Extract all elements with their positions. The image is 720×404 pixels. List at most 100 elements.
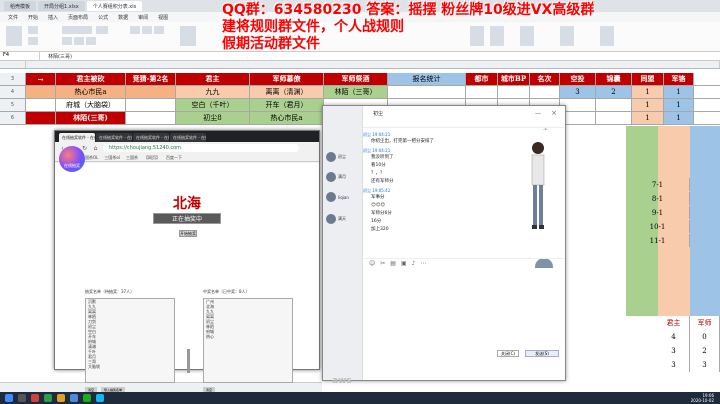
merge-icon[interactable] [180, 26, 196, 46]
menu-view[interactable]: 视图 [158, 14, 168, 21]
cell[interactable]: 开车（君月） [250, 99, 324, 111]
cell[interactable] [388, 86, 466, 98]
cell[interactable]: 军师祭酒 [324, 73, 388, 85]
browser-tab[interactable]: 在线抽奖软件 - 在线抽 [59, 133, 95, 142]
align-center-icon[interactable] [142, 26, 152, 34]
row-number[interactable]: 5 [0, 99, 26, 111]
home-icon[interactable]: ⌂ [92, 145, 99, 152]
cell[interactable]: 九九 [176, 86, 250, 98]
start-icon[interactable] [5, 394, 13, 402]
contact-item[interactable]: liqian [326, 190, 360, 204]
row-number[interactable]: 4 [0, 86, 26, 98]
emoji-icon[interactable]: ☺ [369, 260, 375, 267]
cell[interactable]: 锦囊 [596, 73, 632, 85]
bookmark[interactable]: 百度一下 [166, 155, 182, 161]
cell[interactable] [26, 99, 56, 111]
wechat-icon[interactable] [83, 394, 91, 402]
cell[interactable]: 都市 [466, 73, 498, 85]
scrollbar[interactable] [187, 349, 190, 373]
cell[interactable] [26, 86, 56, 98]
cell[interactable]: 1 [664, 112, 694, 124]
cell[interactable]: 军师 [690, 316, 720, 330]
bookmark[interactable]: 【网页】 [144, 155, 160, 161]
cell[interactable]: 城市BP [498, 73, 530, 85]
font-family-select[interactable] [62, 26, 92, 34]
folder-icon[interactable] [57, 394, 65, 402]
start-draw-button[interactable]: 开始抽奖 [179, 230, 197, 237]
cell[interactable] [498, 86, 530, 98]
cell[interactable]: 3 [658, 344, 690, 358]
sheet-tabs-bar[interactable] [0, 382, 322, 392]
cell[interactable]: 3 [690, 358, 720, 372]
cell[interactable]: 林陌(三哥) [56, 112, 126, 124]
cell[interactable]: 报名统计 [388, 73, 466, 85]
row-number[interactable]: 6 [0, 112, 26, 124]
align-right-icon[interactable] [154, 26, 164, 34]
cell[interactable]: 军铬 [664, 73, 694, 85]
menu-insert[interactable]: 插入 [48, 14, 58, 21]
message-input[interactable]: 关闭(C) 发送(S) [363, 268, 565, 363]
cell[interactable]: 1 [632, 112, 664, 124]
cell[interactable] [530, 86, 560, 98]
round-cell[interactable]: 10-1 [626, 220, 690, 233]
cell[interactable] [596, 99, 632, 111]
winner-listbox[interactable]: 广州 北海 九九 离离 初尘 林陌 府城 热心 [203, 298, 293, 383]
cell[interactable]: 林陌（三哥） [324, 86, 388, 98]
cell[interactable]: 1 [632, 86, 664, 98]
cell[interactable]: 4 [658, 330, 690, 344]
excel-tab[interactable]: 稻壳模板 [4, 1, 37, 11]
cell[interactable] [26, 112, 56, 124]
cell[interactable]: 府城（大脑袋） [56, 99, 126, 111]
cell[interactable] [126, 86, 176, 98]
close-icon[interactable]: × [551, 109, 557, 117]
system-clock[interactable]: 19:06 2020-10-02 [691, 393, 714, 403]
scissors-icon[interactable]: ✂ [380, 260, 385, 267]
cell[interactable]: 1 [664, 86, 694, 98]
cell[interactable]: 2 [690, 344, 720, 358]
address-bar[interactable]: https://choujiang.51240.com [103, 144, 299, 152]
bookmark[interactable]: 三国杀ol [104, 155, 120, 161]
cell[interactable]: 君主被砍 [56, 73, 126, 85]
cell[interactable]: 0 [690, 330, 720, 344]
cell[interactable] [126, 99, 176, 111]
round-cell[interactable]: 7-1 [626, 178, 690, 191]
excel-tab-active[interactable]: 个人赛组积分表.xls [86, 1, 143, 11]
cell[interactable]: 3 [658, 358, 690, 372]
cell[interactable]: 初尘8 [176, 112, 250, 124]
menu-formula[interactable]: 公式 [98, 14, 108, 21]
round-cell[interactable]: 8-1 [626, 192, 690, 205]
font-size-select[interactable] [96, 26, 108, 34]
underline-icon[interactable] [86, 37, 96, 45]
cell[interactable]: 空白（千叶） [176, 99, 250, 111]
contact-item[interactable]: 满月 [326, 170, 360, 184]
cell[interactable] [596, 112, 632, 124]
mic-icon[interactable]: ♪ [412, 260, 416, 267]
cell[interactable]: → [26, 73, 56, 85]
menu-layout[interactable]: 页面布局 [68, 14, 88, 21]
row-number[interactable]: 3 [0, 73, 26, 85]
app-icon[interactable] [31, 394, 39, 402]
cell[interactable]: 热心市民a [250, 112, 324, 124]
cell[interactable]: 君主 [176, 73, 250, 85]
name-box[interactable]: F4 [0, 52, 40, 60]
align-left-icon[interactable] [130, 26, 140, 34]
round-cell[interactable]: 9-1 [626, 206, 690, 219]
image-icon[interactable]: ▣ [401, 260, 407, 267]
send-button[interactable]: 发送(S) [525, 350, 559, 357]
browser-tab[interactable]: 在线抽奖软件 - 在线抽 [96, 133, 132, 142]
browser-icon[interactable] [70, 394, 78, 402]
cell[interactable]: 名次 [530, 73, 560, 85]
menu-home[interactable]: 开始 [28, 14, 38, 21]
cell[interactable]: 2 [596, 86, 632, 98]
search-icon[interactable] [18, 394, 26, 402]
cell[interactable] [466, 86, 498, 98]
contact-item[interactable]: 初尘 [326, 150, 360, 164]
excel-tab[interactable]: 开局分组1.xlsx [38, 1, 85, 11]
cell[interactable] [126, 112, 176, 124]
cell[interactable]: 同盟 [632, 73, 664, 85]
column-header-strip[interactable] [26, 61, 720, 68]
bold-icon[interactable] [62, 37, 72, 45]
formula-input[interactable]: 林陌(三哥) [40, 53, 72, 60]
cell[interactable]: 军师慕僚 [250, 73, 324, 85]
pool-listbox[interactable]: 沉默 九九 离离 林陌 刀剑 初尘 空白 开车 府城 清渊 千叶 君月 三哥 大… [85, 298, 175, 383]
